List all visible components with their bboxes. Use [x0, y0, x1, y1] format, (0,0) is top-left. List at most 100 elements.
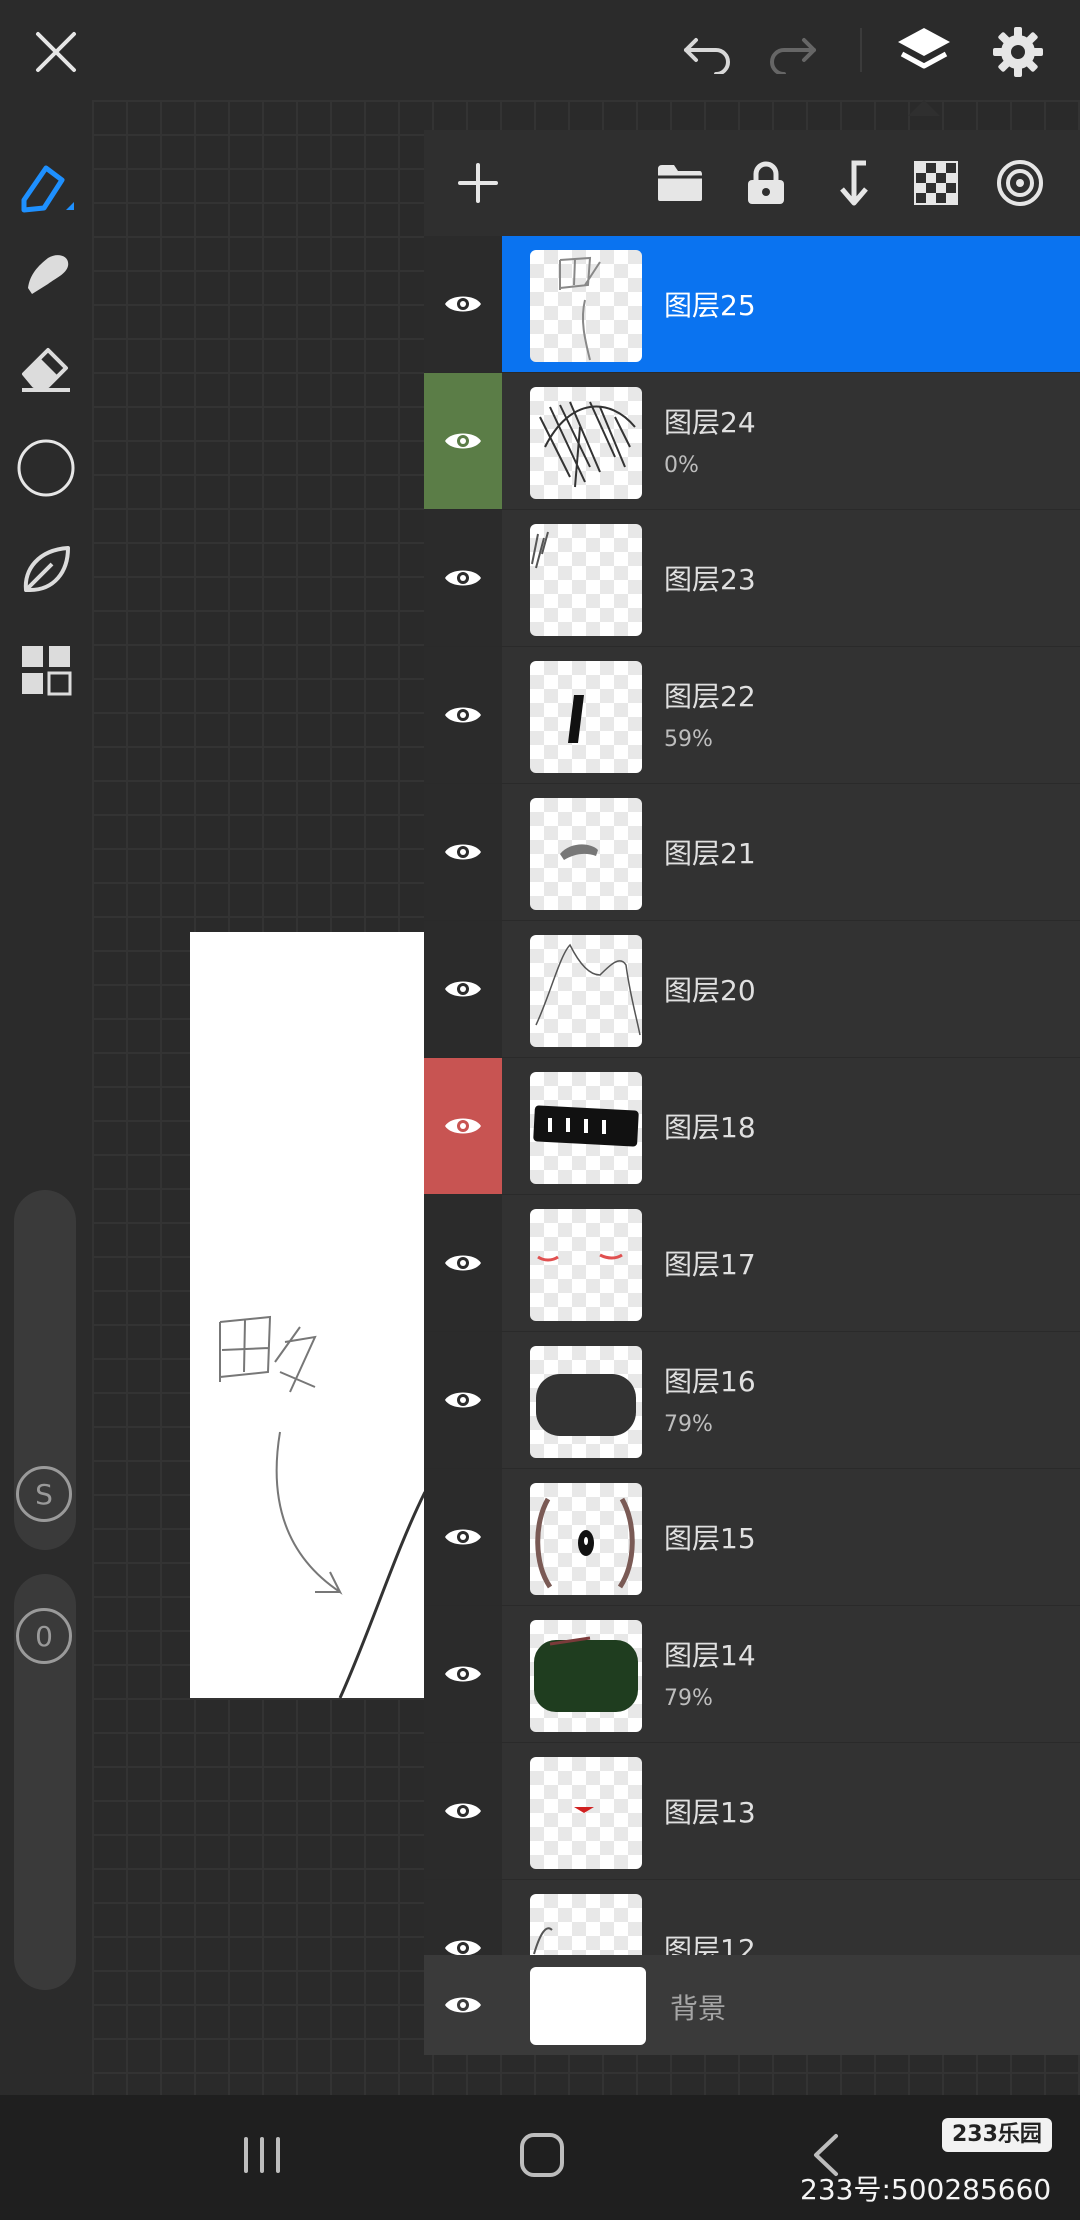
layer-thumbnail [530, 1483, 642, 1595]
layer-thumbnail [530, 798, 642, 910]
layer-row[interactable]: 图层17 [424, 1195, 1080, 1333]
add-icon [458, 163, 498, 203]
layer-name: 图层14 [664, 1639, 756, 1672]
layer-thumbnail [530, 387, 642, 499]
toolbar-divider [860, 28, 862, 72]
layers-icon[interactable] [892, 20, 956, 84]
layer-thumbnail [530, 1620, 642, 1732]
layer-row[interactable]: 图层14 79% [424, 1606, 1080, 1744]
layer-name: 图层25 [664, 289, 756, 322]
folder-icon [658, 165, 702, 201]
eye-icon [445, 296, 481, 312]
visibility-toggle[interactable] [424, 1743, 502, 1879]
material-tool[interactable] [12, 636, 80, 704]
layer-row[interactable]: 图层16 79% [424, 1332, 1080, 1470]
layer-row[interactable]: 图层15 [424, 1469, 1080, 1607]
folder-button[interactable] [640, 130, 720, 236]
layer-thumbnail [530, 1757, 642, 1869]
recents-icon[interactable] [222, 2125, 302, 2185]
eye-icon [445, 570, 481, 586]
transparency-lock-button[interactable] [896, 130, 976, 236]
visibility-toggle[interactable] [424, 647, 502, 783]
eraser-tool[interactable] [12, 334, 80, 402]
watermark-text: 233号:500285660 [800, 2173, 1052, 2206]
layer-list[interactable]: 图层25 图层24 0% 图层23 图层22 59% 图层21 图层20 图层18 图层17 图层1… [424, 236, 1080, 1955]
layer-row[interactable]: 图层22 59% [424, 647, 1080, 785]
layer-opacity: 79% [664, 1412, 713, 1437]
visibility-toggle[interactable] [424, 784, 502, 920]
layer-name: 图层23 [664, 563, 756, 596]
layer-thumbnail [530, 1072, 642, 1184]
gear-icon[interactable] [986, 20, 1050, 84]
visibility-toggle[interactable] [424, 510, 502, 646]
layer-row[interactable]: 图层24 0% [424, 373, 1080, 511]
layer-opacity: 59% [664, 727, 713, 752]
eye-icon [445, 1940, 481, 1955]
color-tool[interactable] [12, 434, 80, 502]
background-layer-row[interactable]: 背景 [424, 1955, 1080, 2055]
panel-pointer [908, 100, 940, 116]
layer-name: 图层17 [664, 1248, 756, 1281]
eye-icon [445, 433, 481, 449]
layer-row[interactable]: 图层23 [424, 510, 1080, 648]
merge-down-button[interactable] [812, 130, 892, 236]
layer-row[interactable]: 图层25 [424, 236, 1080, 374]
visibility-toggle[interactable] [424, 1880, 502, 1955]
top-bar [0, 0, 1080, 100]
visibility-toggle[interactable] [424, 1195, 502, 1331]
lock-button[interactable] [726, 130, 806, 236]
layer-row[interactable]: 图层12 [424, 1880, 1080, 1955]
layer-opacity: 79% [664, 1686, 713, 1711]
visibility-toggle[interactable] [424, 1058, 502, 1194]
layer-mode-button[interactable] [980, 130, 1060, 236]
redo-icon[interactable] [760, 20, 824, 84]
smudge-icon [28, 255, 69, 294]
shape-tool[interactable] [12, 536, 80, 604]
layer-row[interactable]: 图层13 [424, 1743, 1080, 1881]
layer-panel: 图层25 图层24 0% 图层23 图层22 59% 图层21 图层20 图层18 图层17 图层1… [424, 130, 1080, 2055]
opacity-handle[interactable]: 0 [16, 1608, 72, 1664]
eye-icon [445, 844, 481, 860]
smudge-tool[interactable] [12, 238, 80, 306]
visibility-toggle[interactable] [424, 1955, 502, 2055]
pen-tool[interactable] [12, 156, 80, 224]
eye-icon [445, 981, 481, 997]
opacity-label: 0 [35, 1619, 53, 1653]
layer-name: 图层20 [664, 974, 756, 1007]
visibility-toggle[interactable] [424, 236, 502, 372]
visibility-toggle[interactable] [424, 921, 502, 1057]
circle-icon [17, 439, 75, 497]
eye-icon [445, 1529, 481, 1545]
eraser-icon [22, 348, 70, 392]
close-icon[interactable] [24, 20, 88, 84]
layer-name: 图层15 [664, 1522, 756, 1555]
background-layer-label: 背景 [670, 1992, 727, 2025]
layer-thumbnail [530, 250, 642, 362]
brush-size-handle[interactable]: S [16, 1466, 72, 1522]
eye-icon [445, 707, 481, 723]
eye-icon [445, 1392, 481, 1408]
add-layer-button[interactable] [438, 130, 518, 236]
visibility-toggle[interactable] [424, 373, 502, 509]
layer-row[interactable]: 图层21 [424, 784, 1080, 922]
eye-icon [445, 1803, 481, 1819]
merge-down-icon [840, 160, 868, 206]
layer-name: 图层16 [664, 1365, 756, 1398]
tool-sidebar: S 0 [0, 100, 92, 2095]
layer-opacity: 0% [664, 453, 699, 478]
layer-row[interactable]: 图层18 [424, 1058, 1080, 1196]
eye-icon [445, 1666, 481, 1682]
visibility-toggle[interactable] [424, 1606, 502, 1742]
layer-thumbnail [530, 1209, 642, 1321]
layer-thumbnail [530, 1894, 642, 1955]
leaf-icon [23, 546, 70, 592]
layer-thumbnail [530, 661, 642, 773]
undo-icon[interactable] [676, 20, 740, 84]
lock-icon [748, 161, 784, 204]
eye-icon [445, 1255, 481, 1271]
transparency-icon [914, 161, 958, 205]
visibility-toggle[interactable] [424, 1469, 502, 1605]
visibility-toggle[interactable] [424, 1332, 502, 1468]
layer-row[interactable]: 图层20 [424, 921, 1080, 1059]
home-icon[interactable] [502, 2125, 582, 2185]
